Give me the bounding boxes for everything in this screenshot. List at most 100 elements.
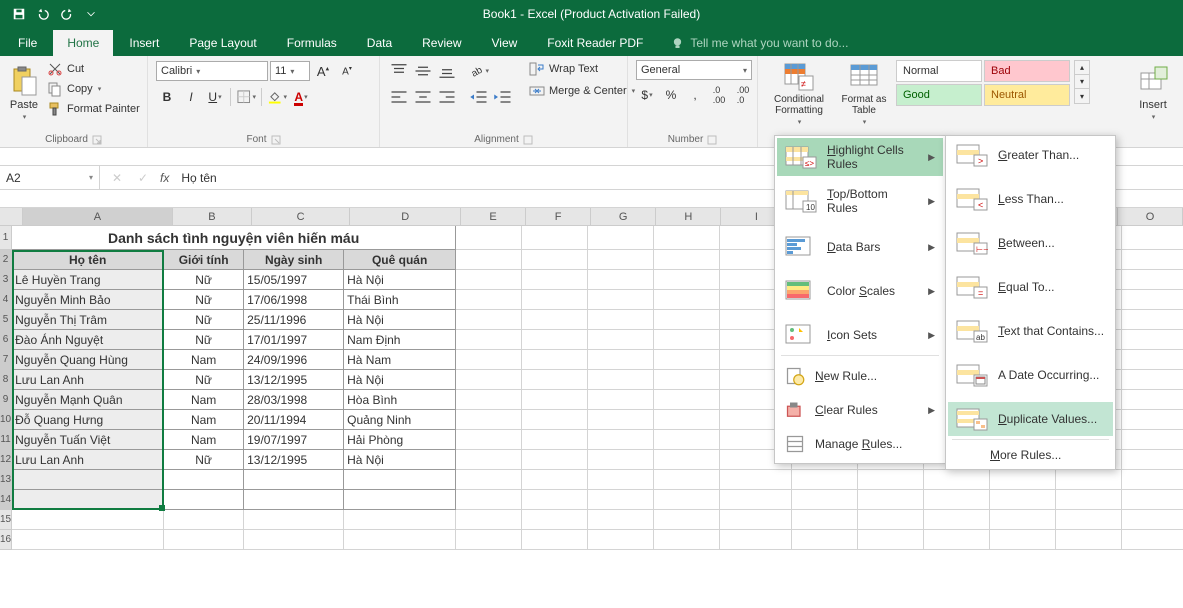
cell-D12[interactable]: Hà Nội: [344, 450, 456, 470]
cell-H1[interactable]: [654, 226, 720, 250]
cell-G15[interactable]: [588, 510, 654, 530]
cell-O15[interactable]: [1122, 510, 1183, 530]
cell-A11[interactable]: Nguyễn Tuấn Việt: [12, 430, 164, 450]
row-header-8[interactable]: 8: [0, 370, 12, 390]
cell-A12[interactable]: Lưu Lan Anh: [12, 450, 164, 470]
cell-O12[interactable]: [1122, 450, 1183, 470]
cell-G13[interactable]: [588, 470, 654, 490]
submenu-more-rules[interactable]: More Rules...: [948, 443, 1113, 467]
menu-clear-rules[interactable]: Clear Rules ▶: [777, 393, 943, 427]
cell-F13[interactable]: [522, 470, 588, 490]
dialog-launcher-icon[interactable]: [92, 135, 102, 145]
cell-E5[interactable]: [456, 310, 522, 330]
cell-G1[interactable]: [588, 226, 654, 250]
cell-D8[interactable]: Hà Nội: [344, 370, 456, 390]
cell-L14[interactable]: [924, 490, 990, 510]
tab-view[interactable]: View: [478, 30, 532, 56]
format-as-table-button[interactable]: Format as Table▾: [836, 60, 892, 126]
cell-A2[interactable]: Họ tên: [12, 250, 164, 270]
cell-H8[interactable]: [654, 370, 720, 390]
tab-file[interactable]: File: [4, 30, 51, 56]
cell-O16[interactable]: [1122, 530, 1183, 550]
tab-home[interactable]: Home: [53, 30, 113, 56]
redo-button[interactable]: [56, 3, 78, 25]
cell-C14[interactable]: [244, 490, 344, 510]
cell-C2[interactable]: Ngày sinh: [244, 250, 344, 270]
cell-A13[interactable]: [12, 470, 164, 490]
row-header-14[interactable]: 14: [0, 490, 12, 510]
menu-icon-sets[interactable]: Icon Sets ▶: [777, 318, 943, 352]
cell-E2[interactable]: [456, 250, 522, 270]
cell-B9[interactable]: Nam: [164, 390, 244, 410]
cell-D3[interactable]: Hà Nội: [344, 270, 456, 290]
cell-G12[interactable]: [588, 450, 654, 470]
cell-D2[interactable]: Quê quán: [344, 250, 456, 270]
cell-D4[interactable]: Thái Bình: [344, 290, 456, 310]
dialog-launcher-icon[interactable]: [707, 135, 717, 145]
cell-A16[interactable]: [12, 530, 164, 550]
cell-D11[interactable]: Hải Phòng: [344, 430, 456, 450]
cell-E15[interactable]: [456, 510, 522, 530]
cell-B16[interactable]: [164, 530, 244, 550]
tab-data[interactable]: Data: [353, 30, 406, 56]
format-painter-button[interactable]: Format Painter: [44, 100, 143, 118]
menu-color-scales[interactable]: Color Scales ▶: [777, 274, 943, 308]
cell-H3[interactable]: [654, 270, 720, 290]
cell-M15[interactable]: [990, 510, 1056, 530]
align-top-button[interactable]: [388, 60, 410, 82]
cell-E3[interactable]: [456, 270, 522, 290]
cell-H6[interactable]: [654, 330, 720, 350]
cell-O1[interactable]: [1122, 226, 1183, 250]
cell-A4[interactable]: Nguyễn Minh Bảo: [12, 290, 164, 310]
select-all-corner[interactable]: [0, 208, 23, 226]
cell-H10[interactable]: [654, 410, 720, 430]
cell-M13[interactable]: [990, 470, 1056, 490]
cell-D9[interactable]: Hòa Bình: [344, 390, 456, 410]
cell-E13[interactable]: [456, 470, 522, 490]
row-header-3[interactable]: 3: [0, 270, 12, 290]
cell-E7[interactable]: [456, 350, 522, 370]
cell-J13[interactable]: [792, 470, 858, 490]
row-header-7[interactable]: 7: [0, 350, 12, 370]
cell-A6[interactable]: Đào Ánh Nguyệt: [12, 330, 164, 350]
cell-C13[interactable]: [244, 470, 344, 490]
cell-O5[interactable]: [1122, 310, 1183, 330]
cell-G10[interactable]: [588, 410, 654, 430]
menu-highlight-cells-rules[interactable]: ≤> Highlight Cells Rules ▶: [777, 138, 943, 176]
cell-F12[interactable]: [522, 450, 588, 470]
cell-C9[interactable]: 28/03/1998: [244, 390, 344, 410]
cell-style-good[interactable]: Good: [896, 84, 982, 106]
cell-I14[interactable]: [720, 490, 792, 510]
italic-button[interactable]: I: [180, 86, 202, 108]
borders-button[interactable]: ▾: [235, 86, 257, 108]
menu-new-rule[interactable]: New Rule...: [777, 359, 943, 393]
increase-font-button[interactable]: A▴: [312, 60, 334, 82]
cell-F5[interactable]: [522, 310, 588, 330]
cell-B8[interactable]: Nữ: [164, 370, 244, 390]
cell-B4[interactable]: Nữ: [164, 290, 244, 310]
menu-data-bars[interactable]: Data Bars ▶: [777, 230, 943, 264]
fill-color-button[interactable]: ▾: [266, 86, 288, 108]
cell-F6[interactable]: [522, 330, 588, 350]
cell-M14[interactable]: [990, 490, 1056, 510]
font-size-combo[interactable]: 11▾: [270, 61, 310, 81]
comma-format-button[interactable]: ,: [684, 84, 706, 106]
row-header-5[interactable]: 5: [0, 310, 12, 330]
cell-B2[interactable]: Giới tính: [164, 250, 244, 270]
cell-F7[interactable]: [522, 350, 588, 370]
cell-O6[interactable]: [1122, 330, 1183, 350]
cell-G14[interactable]: [588, 490, 654, 510]
align-bottom-button[interactable]: [436, 60, 458, 82]
cell-K15[interactable]: [858, 510, 924, 530]
decrease-font-button[interactable]: A▾: [336, 60, 358, 82]
cell-H2[interactable]: [654, 250, 720, 270]
cell-G8[interactable]: [588, 370, 654, 390]
underline-button[interactable]: U▾: [204, 86, 226, 108]
cell-E8[interactable]: [456, 370, 522, 390]
align-right-button[interactable]: [436, 86, 458, 108]
cell-O9[interactable]: [1122, 390, 1183, 410]
cell-E12[interactable]: [456, 450, 522, 470]
styles-gallery-scroll[interactable]: ▴▾▾: [1074, 60, 1090, 104]
cell-D13[interactable]: [344, 470, 456, 490]
cell-H13[interactable]: [654, 470, 720, 490]
